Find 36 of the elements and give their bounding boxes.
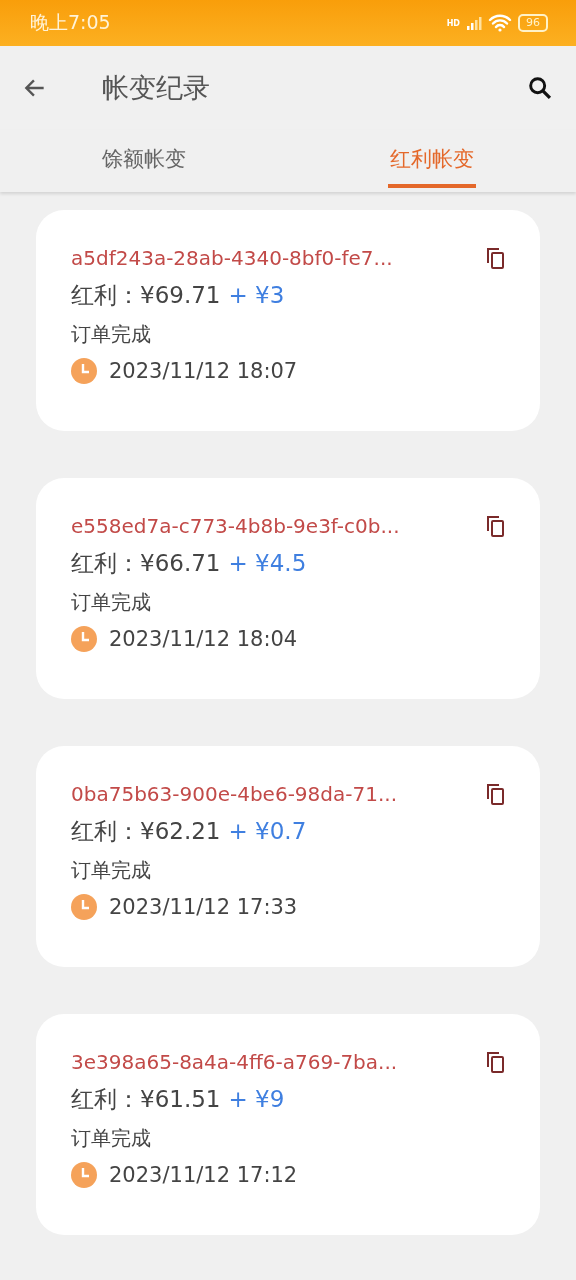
bonus-increase: + ¥9 [228,1086,285,1112]
order-status: 订单完成 [71,321,152,348]
order-status: 订单完成 [71,1125,152,1152]
page-title: 帐变纪录 [102,71,211,105]
wifi-icon [488,14,512,32]
bonus-increase: + ¥4.5 [228,550,307,576]
bonus-amount: 红利：¥66.71 [71,549,221,578]
record-time: 2023/11/12 18:07 [109,359,298,383]
network-label: HD [446,18,460,28]
search-icon[interactable] [526,74,554,102]
bonus-amount: 红利：¥69.71 [71,281,221,310]
clock-icon [71,894,97,920]
bonus-increase: + ¥0.7 [228,818,307,844]
clock-icon [71,626,97,652]
order-status: 订单完成 [71,589,152,616]
copy-icon[interactable] [485,514,507,538]
order-status: 订单完成 [71,857,152,884]
record-time: 2023/11/12 18:04 [109,627,298,651]
clock-icon [71,358,97,384]
bonus-increase: + ¥3 [228,282,285,308]
signal-icon [466,15,482,31]
clock-icon [71,1162,97,1188]
copy-icon[interactable] [485,1050,507,1074]
status-time: 晚上7:05 [30,10,111,35]
bonus-amount: 红利：¥62.21 [71,817,221,846]
tab[interactable]: 馀额帐变 [0,130,288,192]
copy-icon[interactable] [485,782,507,806]
order-id: 3e398a65-8a4a-4ff6-a769-7ba... [71,1050,398,1074]
order-id: e558ed7a-c773-4b8b-9e3f-c0b... [71,514,400,538]
order-id: 0ba75b63-900e-4be6-98da-71... [71,782,397,806]
order-id: a5df243a-28ab-4340-8bf0-fe7... [71,246,393,270]
record-time: 2023/11/12 17:33 [109,895,298,919]
record-time: 2023/11/12 17:12 [109,1163,298,1187]
copy-icon[interactable] [485,246,507,270]
bonus-amount: 红利：¥61.51 [71,1085,221,1114]
battery-indicator: 96 [518,14,548,32]
